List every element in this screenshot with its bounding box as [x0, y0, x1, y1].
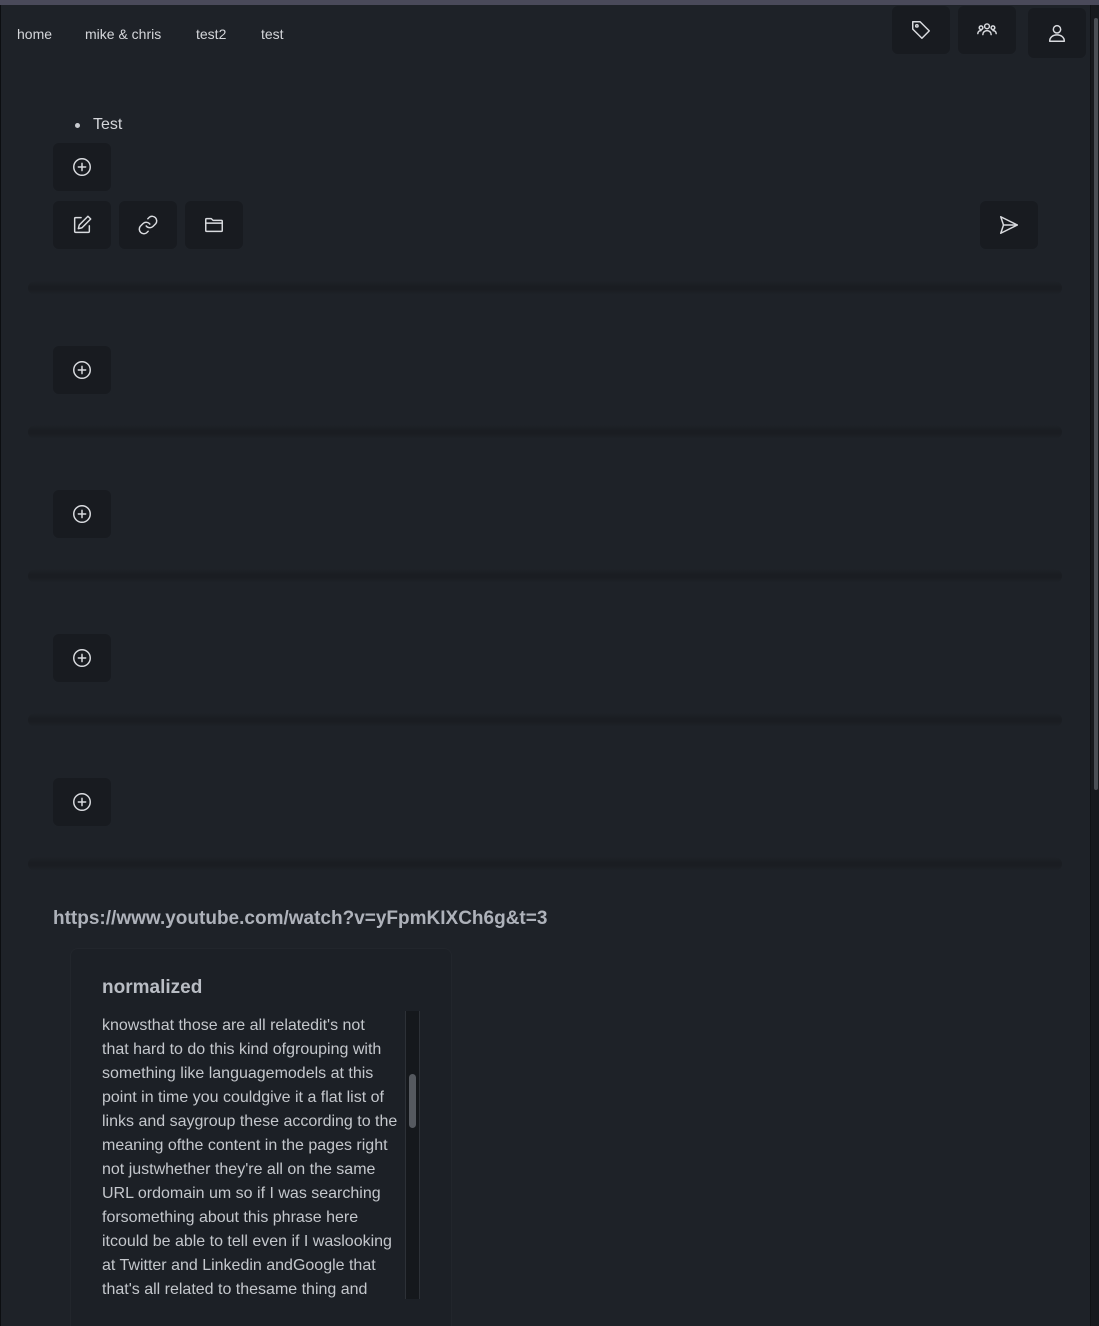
- transcript-line: URL ordomain um so if I was searching: [102, 1185, 381, 1202]
- link-button[interactable]: [119, 201, 177, 249]
- transcript-line: forsomething about this phrase here: [102, 1209, 359, 1226]
- add-button-5[interactable]: [53, 778, 111, 826]
- link-icon: [138, 215, 158, 235]
- add-button-3[interactable]: [53, 490, 111, 538]
- transcript-line: not justwhether they're all on the same: [102, 1161, 376, 1178]
- plus-circle-icon: [73, 793, 91, 811]
- link-url[interactable]: https://www.youtube.com/watch?v=yFpmKIXC…: [53, 908, 547, 930]
- note-bullet-text: Test: [93, 116, 123, 133]
- nav-link-test[interactable]: test: [261, 26, 284, 42]
- tag-icon: [912, 21, 930, 39]
- transcript-line: meaning ofthe content in the pages right: [102, 1137, 388, 1154]
- transcript-line: point in time you couldgive it a flat li…: [102, 1089, 384, 1106]
- section-divider: [28, 281, 1062, 295]
- edit-button[interactable]: [53, 201, 111, 249]
- send-icon: [1000, 216, 1018, 234]
- nav-link-test2[interactable]: test2: [196, 26, 226, 42]
- folder-icon: [205, 217, 223, 233]
- transcript-line: links and saygroup these according to th…: [102, 1113, 398, 1130]
- plus-circle-icon: [73, 649, 91, 667]
- add-button-2[interactable]: [53, 346, 111, 394]
- transcript-line: knowsthat those are all relatedit's not: [102, 1017, 365, 1034]
- transcript-scrollbar-thumb[interactable]: [409, 1074, 416, 1128]
- card-title: normalized: [102, 977, 203, 998]
- section-divider: [28, 425, 1062, 439]
- profile-button[interactable]: [1028, 8, 1086, 58]
- note-bullet-item: Test: [75, 116, 122, 134]
- add-button-1[interactable]: [53, 143, 111, 191]
- section-divider: [28, 569, 1062, 583]
- plus-circle-icon: [73, 361, 91, 379]
- add-button-4[interactable]: [53, 634, 111, 682]
- section-divider: [28, 857, 1062, 871]
- user-icon: [1048, 24, 1066, 42]
- plus-circle-icon: [73, 505, 91, 523]
- folder-button[interactable]: [185, 201, 243, 249]
- page-scrollbar-thumb[interactable]: [1094, 18, 1098, 790]
- edit-icon: [73, 215, 92, 234]
- transcript-text: knowsthat those are all relatedit's not t…: [102, 1014, 406, 1302]
- transcript-line: itcould be able to tell even if I wasloo…: [102, 1233, 392, 1250]
- nav-link-mike-chris[interactable]: mike & chris: [85, 26, 161, 42]
- window-left-edge: [0, 5, 1, 1326]
- transcript-line: that's all related to thesame thing and: [102, 1281, 368, 1298]
- tags-button[interactable]: [892, 6, 950, 54]
- nav-link-home[interactable]: home: [17, 26, 52, 42]
- users-icon: [977, 23, 997, 36]
- transcript-line: that hard to do this kind ofgrouping wit…: [102, 1041, 382, 1058]
- transcript-scrollbar-track[interactable]: [405, 1011, 420, 1299]
- section-divider: [28, 713, 1062, 727]
- transcript-line: something like languagemodels at this: [102, 1065, 374, 1082]
- groups-button[interactable]: [958, 6, 1016, 54]
- transcript-line: at Twitter and Linkedin andGoogle that: [102, 1257, 376, 1274]
- send-button[interactable]: [980, 201, 1038, 249]
- plus-circle-icon: [73, 158, 91, 176]
